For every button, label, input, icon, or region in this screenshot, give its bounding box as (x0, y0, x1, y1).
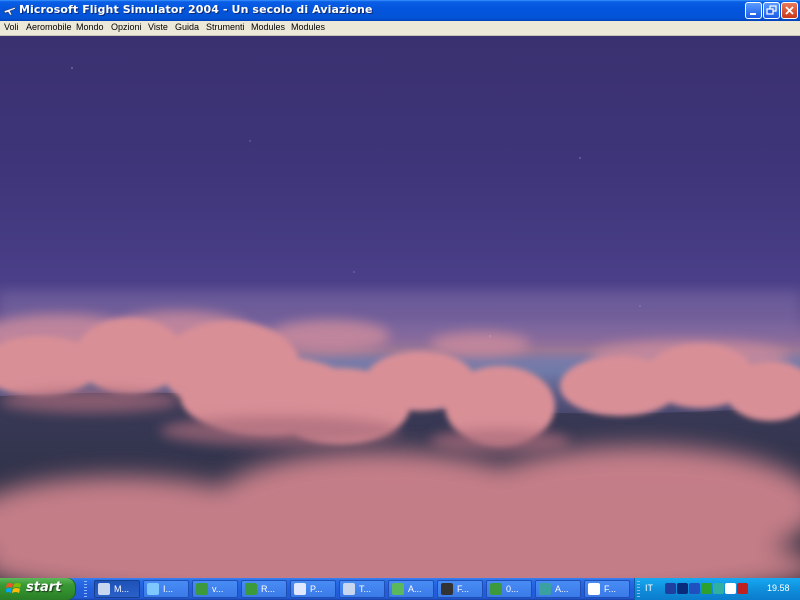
language-indicator[interactable]: IT (645, 583, 653, 593)
start-label: start (26, 580, 62, 595)
excel-icon (196, 583, 208, 595)
taskbar-button-11[interactable]: F... (584, 580, 630, 598)
user-icon[interactable] (713, 583, 724, 594)
taskbar-button-2[interactable]: I... (143, 580, 189, 598)
taskbar-button-1[interactable]: M... (94, 580, 140, 598)
restore-icon (766, 5, 777, 15)
update-icon[interactable] (701, 583, 712, 594)
toolbar-grip[interactable] (84, 581, 87, 597)
taskbar-button-label: 0... (506, 584, 519, 594)
excel-icon (245, 583, 257, 595)
document-icon (588, 583, 600, 595)
windows-logo-icon (6, 583, 21, 593)
menu-mondo[interactable]: Mondo (76, 22, 104, 32)
restore-button[interactable] (763, 2, 780, 19)
minimize-button[interactable] (745, 2, 762, 19)
taskbar: start M... I... v... R... P... T... A... F... 0.… (0, 578, 800, 600)
taskbar-button-5[interactable]: P... (290, 580, 336, 598)
menu-modules[interactable]: Modules (251, 22, 285, 32)
minimize-icon (750, 13, 756, 15)
menu-opzioni[interactable]: Opzioni (111, 22, 142, 32)
taskbar-button-label: A... (408, 584, 422, 594)
ati-icon[interactable] (737, 583, 748, 594)
taskbar-button-label: v... (212, 584, 224, 594)
browser-icon (147, 583, 159, 595)
menu-voli[interactable]: Voli (4, 22, 19, 32)
plane-icon (343, 583, 355, 595)
simulator-viewport[interactable] (0, 36, 800, 578)
menu-aeromobile[interactable]: Aeromobile (26, 22, 72, 32)
taskbar-button-10[interactable]: A... (535, 580, 581, 598)
taskbar-button-label: M... (114, 584, 129, 594)
taskbar-button-4[interactable]: R... (241, 580, 287, 598)
close-icon (785, 6, 794, 15)
network-icon[interactable] (677, 583, 688, 594)
display-icon[interactable] (725, 583, 736, 594)
taskbar-button-label: P... (310, 584, 323, 594)
app-icon (539, 583, 551, 595)
taskbar-button-label: R... (261, 584, 276, 594)
menu-guida[interactable]: Guida (175, 22, 199, 32)
cloud-scene (0, 67, 800, 578)
taskbar-button-label: A... (555, 584, 569, 594)
menu-strumenti[interactable]: Strumenti (206, 22, 245, 32)
monitor-icon (441, 583, 453, 595)
menu-viste[interactable]: Viste (148, 22, 168, 32)
taskbar-button-3[interactable]: v... (192, 580, 238, 598)
taskbar-button-label: T... (359, 584, 372, 594)
taskbar-button-9[interactable]: 0... (486, 580, 532, 598)
network-icon (392, 583, 404, 595)
excel-icon (490, 583, 502, 595)
title-bar[interactable]: Microsoft Flight Simulator 2004 - Un sec… (0, 0, 800, 21)
plane-icon[interactable] (3, 3, 17, 17)
taskbar-button-label: F... (457, 584, 470, 594)
window-title: Microsoft Flight Simulator 2004 - Un sec… (19, 3, 373, 16)
start-button[interactable]: start (0, 578, 76, 600)
taskbar-button-label: I... (163, 584, 174, 594)
speaker-icon[interactable] (665, 583, 676, 594)
taskbar-button-label: F... (604, 584, 617, 594)
taskbar-button-6[interactable]: T... (339, 580, 385, 598)
close-button[interactable] (781, 2, 798, 19)
media-icon[interactable] (689, 583, 700, 594)
menu-modules-2[interactable]: Modules (291, 22, 325, 32)
flight-simulator-window: Microsoft Flight Simulator 2004 - Un sec… (0, 0, 800, 578)
clock[interactable]: 19.58 (767, 583, 790, 593)
plane-icon (98, 583, 110, 595)
menu-bar: Voli Aeromobile Mondo Opzioni Viste Guid… (0, 21, 800, 36)
taskbar-button-8[interactable]: F... (437, 580, 483, 598)
tray-grip[interactable] (637, 581, 640, 597)
window-icon (294, 583, 306, 595)
taskbar-button-7[interactable]: A... (388, 580, 434, 598)
